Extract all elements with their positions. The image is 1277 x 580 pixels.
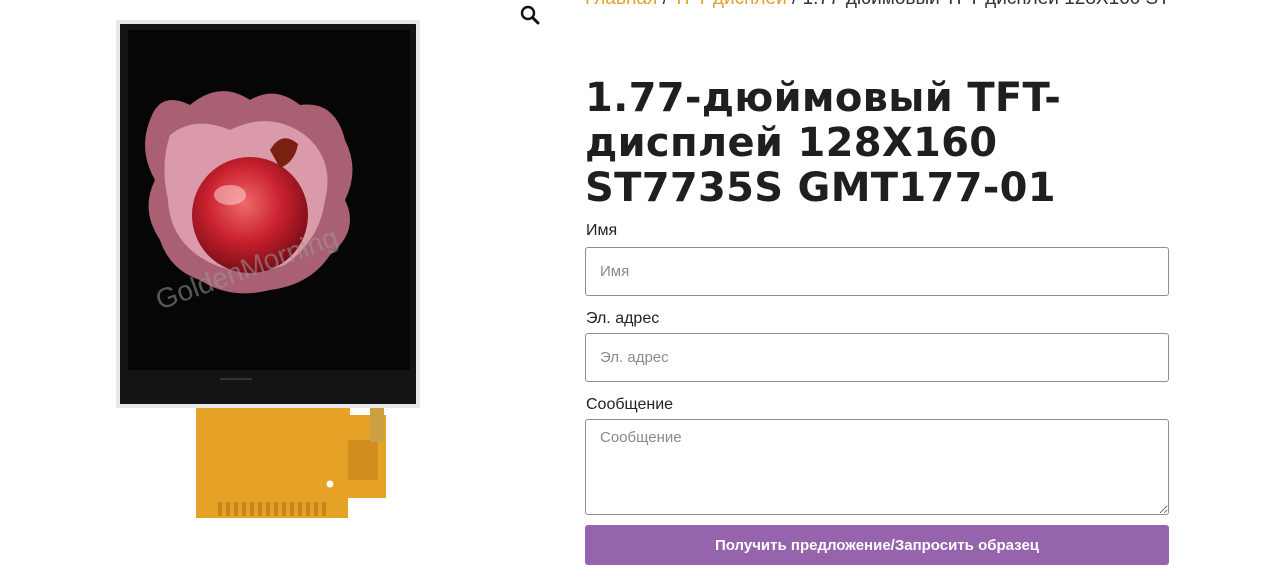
breadcrumb: Главная / TFT дисплей / 1.77-дюймовый TF… <box>585 0 1169 10</box>
name-field[interactable] <box>585 247 1169 296</box>
page-title: 1.77-дюймовый TFT-дисплей 128X160 ST7735… <box>585 75 1062 211</box>
breadcrumb-separator: / <box>657 0 673 9</box>
magnifier-icon[interactable] <box>517 2 543 28</box>
message-field[interactable] <box>585 419 1169 515</box>
product-gallery: GoldenMorning <box>0 0 560 580</box>
breadcrumb-home[interactable]: Главная <box>585 0 657 9</box>
message-label: Сообщение <box>586 396 674 413</box>
name-label: Имя <box>586 222 618 239</box>
email-field[interactable] <box>585 333 1169 382</box>
breadcrumb-current: 1.77-дюймовый TFT-дисплей 128X160 ST7735… <box>803 0 1169 9</box>
breadcrumb-separator: / <box>787 0 803 9</box>
email-label: Эл. адрес <box>586 310 660 327</box>
breadcrumb-category[interactable]: TFT дисплей <box>673 0 787 9</box>
request-quote-button[interactable]: Получить предложение/Запросить образец <box>585 525 1169 565</box>
product-image[interactable]: GoldenMorning <box>100 10 420 530</box>
